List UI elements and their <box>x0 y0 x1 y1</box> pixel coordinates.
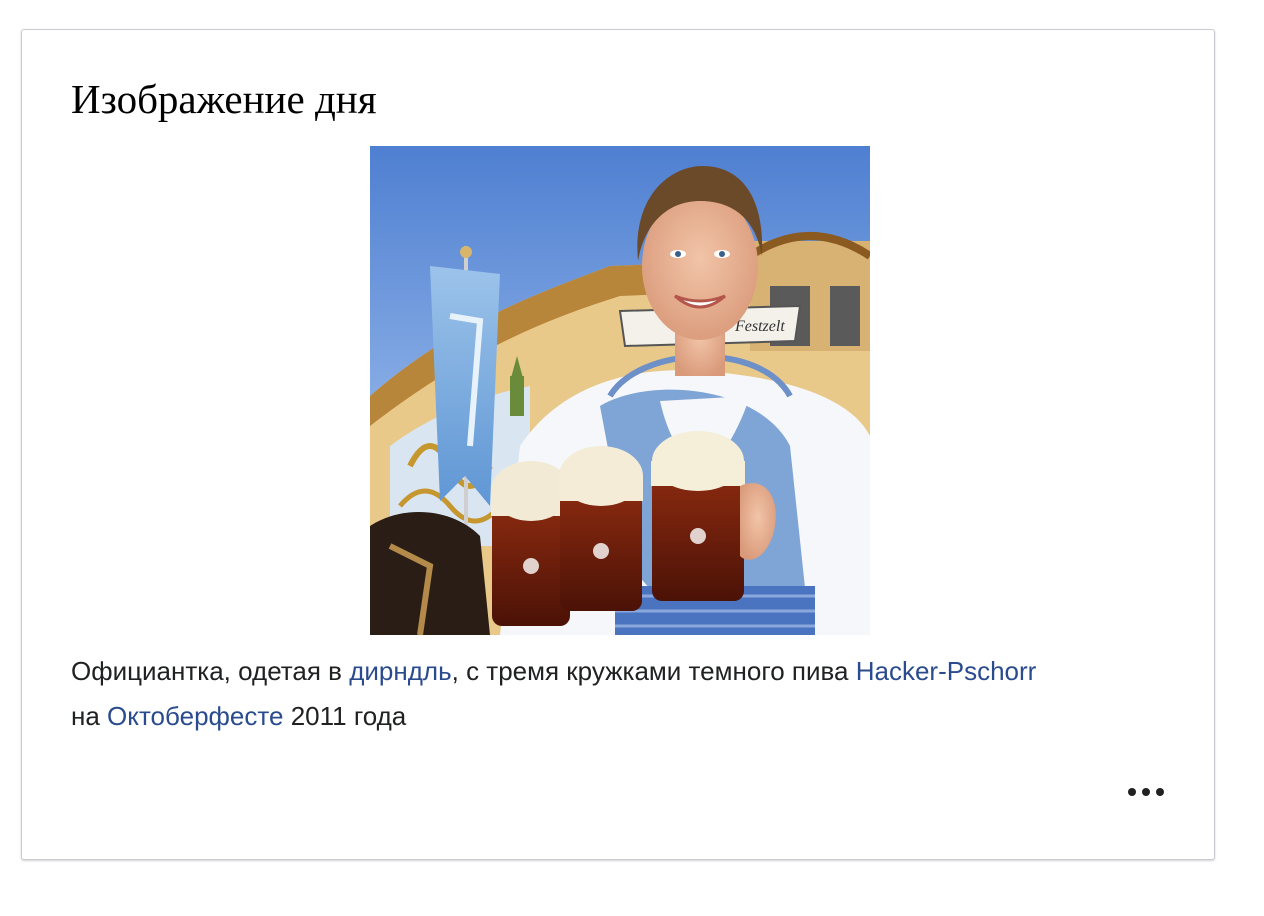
image-caption: Официантка, одетая в дирндль, с тремя кр… <box>71 649 1171 739</box>
hacker-pschorr-link[interactable]: Hacker-Pschorr <box>856 656 1037 686</box>
more-options-button[interactable] <box>1118 774 1174 810</box>
card-title: Изображение дня <box>71 76 377 122</box>
caption-text: , с тремя кружками темного пива <box>451 656 856 686</box>
caption-text: Официантка, одетая в <box>71 656 350 686</box>
dirndl-link[interactable]: дирндль <box>349 656 451 686</box>
more-horizontal-icon <box>1142 788 1150 796</box>
picture-of-the-day-card: Изображение дня Festzelt Официантка, оде… <box>21 29 1215 860</box>
caption-text: 2011 года <box>283 701 407 731</box>
caption-text: на <box>71 701 108 731</box>
more-horizontal-icon <box>1156 788 1164 796</box>
oktoberfest-link[interactable]: Октоберфесте <box>107 701 283 731</box>
picture-of-the-day-image[interactable]: Festzelt <box>370 146 870 635</box>
oktoberfest-photo: Festzelt <box>370 146 870 635</box>
more-horizontal-icon <box>1128 788 1136 796</box>
banner-text: Festzelt <box>734 318 785 335</box>
